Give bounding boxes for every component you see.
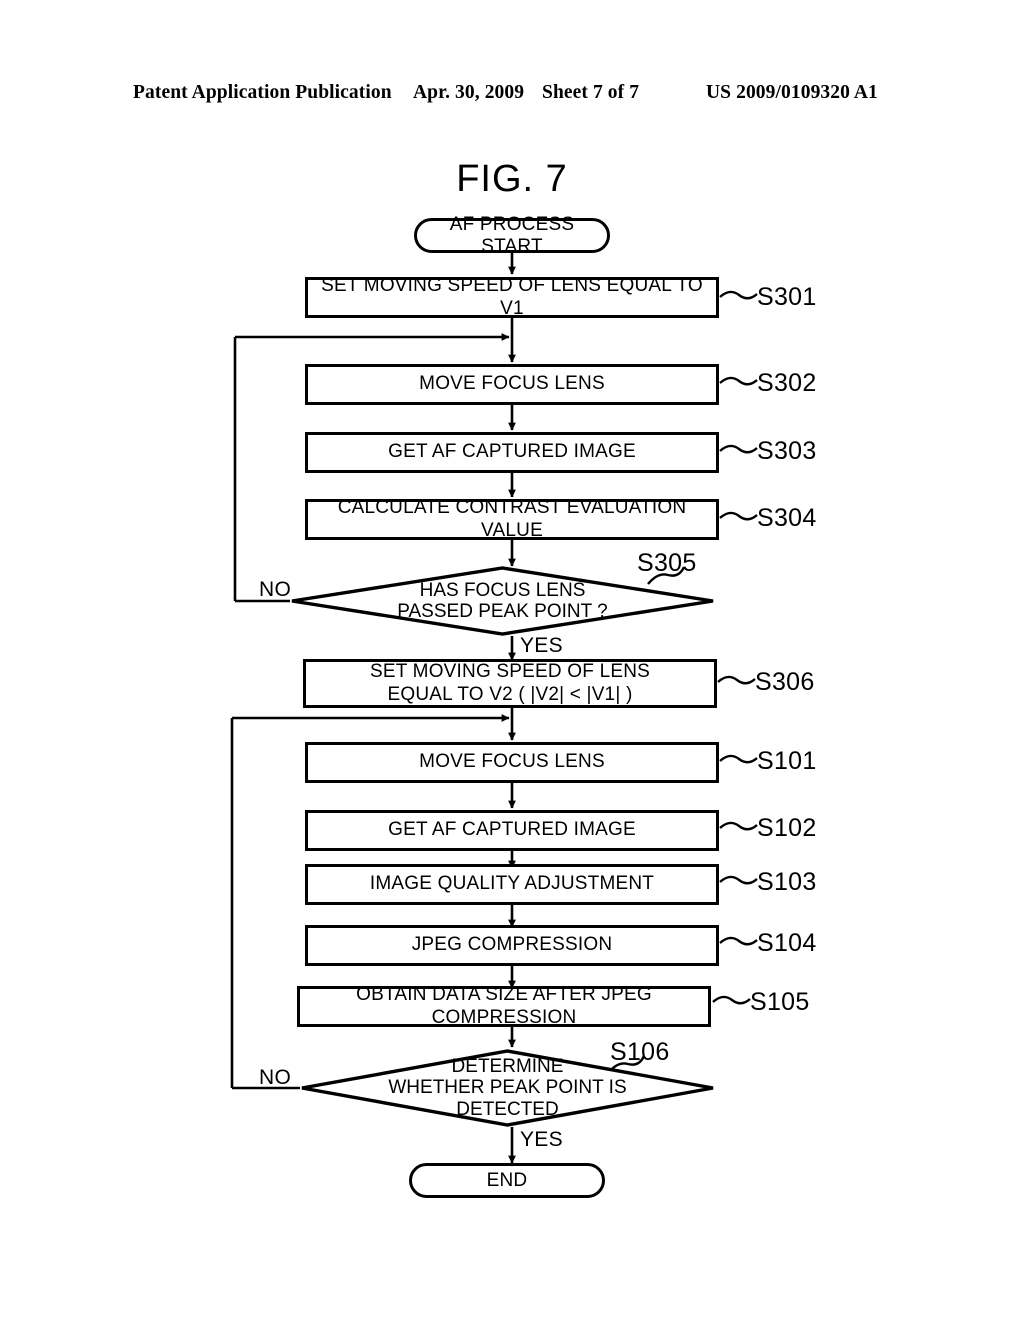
node-label: CALCULATE CONTRAST EVALUATION VALUE (337, 497, 687, 541)
branch-label-s305-no: NO (259, 578, 292, 601)
branch-label-s106-no: NO (259, 1066, 292, 1089)
node-label: END (486, 1169, 528, 1191)
patent-page: Patent Application Publication Apr. 30, … (0, 0, 1024, 1320)
step-ref-s302: S302 (757, 369, 817, 397)
node-label: MOVE FOCUS LENS (419, 373, 605, 395)
node-end: END (409, 1163, 605, 1198)
page-header: Patent Application Publication Apr. 30, … (0, 82, 1024, 116)
node-s105: OBTAIN DATA SIZE AFTER JPEG COMPRESSION (297, 984, 711, 1028)
node-label: GET AF CAPTURED IMAGE (388, 441, 636, 463)
step-ref-s301: S301 (757, 283, 817, 311)
step-ref-s303: S303 (757, 437, 817, 465)
branch-label-s106-yes: YES (520, 1128, 563, 1151)
step-ref-s104: S104 (757, 929, 817, 957)
step-ref-s306: S306 (755, 668, 815, 696)
step-ref-s102: S102 (757, 814, 817, 842)
step-ref-s101: S101 (757, 747, 817, 775)
branch-label-s305-yes: YES (520, 634, 563, 657)
figure-title: FIG. 7 (456, 158, 568, 200)
node-label: AF PROCESS START (449, 213, 575, 257)
node-s304: CALCULATE CONTRAST EVALUATION VALUE (305, 497, 719, 541)
header-patent-number: US 2009/0109320 A1 (706, 82, 878, 103)
step-ref-s103: S103 (757, 868, 817, 896)
node-s104: JPEG COMPRESSION (305, 925, 719, 966)
node-label: HAS FOCUS LENS PASSED PEAK POINT ? (397, 579, 608, 622)
node-label: MOVE FOCUS LENS (419, 751, 605, 773)
node-s303: GET AF CAPTURED IMAGE (305, 432, 719, 473)
step-ref-s304: S304 (757, 504, 817, 532)
header-sheet: Sheet 7 of 7 (542, 82, 640, 103)
header-publication: Patent Application Publication (133, 82, 392, 103)
node-label: DETERMINE WHETHER PEAK POINT IS DETECTED (388, 1056, 627, 1120)
node-label: SET MOVING SPEED OF LENS EQUAL TO V1 (321, 275, 703, 319)
header-date: Apr. 30, 2009 (413, 82, 525, 103)
node-s305: HAS FOCUS LENS PASSED PEAK POINT ? (290, 566, 715, 636)
node-s106: DETERMINE WHETHER PEAK POINT IS DETECTED (300, 1049, 715, 1127)
node-s101: MOVE FOCUS LENS (305, 742, 719, 783)
node-label: OBTAIN DATA SIZE AFTER JPEG COMPRESSION (356, 984, 652, 1028)
node-s102: GET AF CAPTURED IMAGE (305, 810, 719, 851)
node-label: GET AF CAPTURED IMAGE (388, 819, 636, 841)
node-s302: MOVE FOCUS LENS (305, 364, 719, 405)
node-s306: SET MOVING SPEED OF LENS EQUAL TO V2 ( |… (303, 659, 717, 708)
node-af-process-start: AF PROCESS START (414, 214, 610, 257)
node-s103: IMAGE QUALITY ADJUSTMENT (305, 864, 719, 905)
step-ref-s105: S105 (750, 988, 810, 1016)
node-label: JPEG COMPRESSION (411, 934, 613, 956)
node-label: IMAGE QUALITY ADJUSTMENT (369, 873, 655, 895)
node-label: SET MOVING SPEED OF LENS EQUAL TO V2 ( |… (369, 661, 650, 705)
node-s301: SET MOVING SPEED OF LENS EQUAL TO V1 (305, 275, 719, 319)
